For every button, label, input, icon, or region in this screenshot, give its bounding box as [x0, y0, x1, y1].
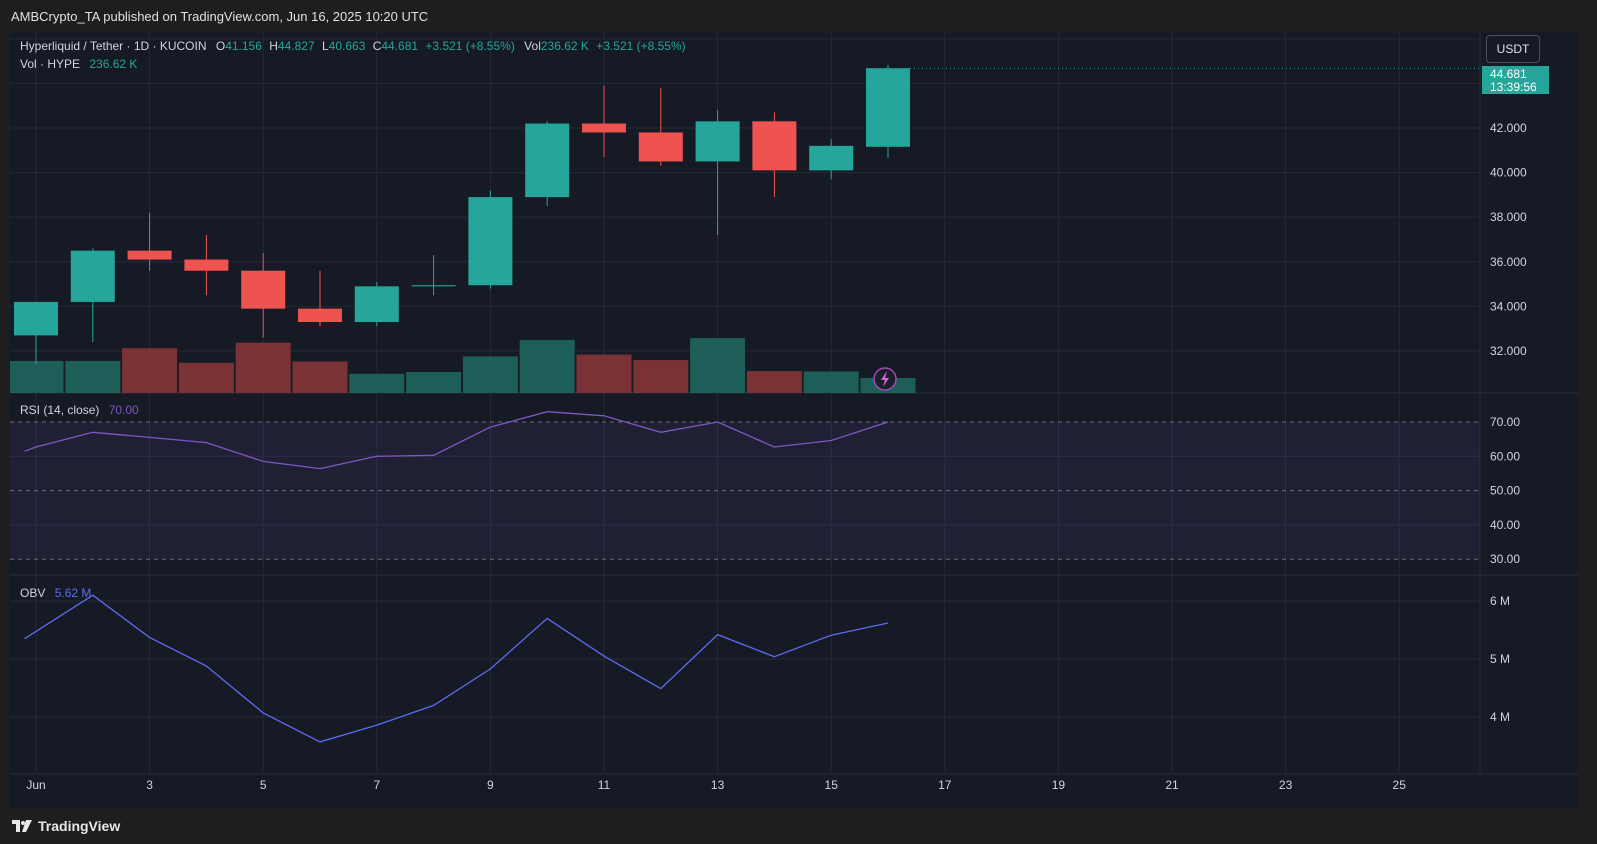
- obv-legend-value: 5.62 M: [54, 586, 92, 600]
- obv-legend: OBV 5.62 M: [20, 586, 91, 600]
- volume-bars: [8, 338, 916, 393]
- open-label: O: [215, 39, 226, 53]
- candle-body: [241, 270, 286, 309]
- volume-legend-label[interactable]: Vol · HYPE: [20, 57, 80, 71]
- bar-countdown: 13:39:56: [1490, 80, 1537, 94]
- last-price-badge: 44.681 13:39:56: [1482, 66, 1549, 94]
- x-tick-label: 15: [825, 778, 839, 792]
- x-tick-label: 13: [711, 778, 725, 792]
- candle-body: [695, 121, 740, 162]
- volume-bar: [292, 361, 348, 393]
- volume-bar: [178, 362, 234, 393]
- close-value: 44.681: [381, 39, 419, 53]
- price-tick-label: 38.000: [1490, 210, 1527, 224]
- currency-button[interactable]: USDT: [1486, 35, 1540, 63]
- low-label: L: [321, 39, 329, 53]
- candle-body: [809, 145, 854, 171]
- obv-line: [24, 594, 889, 743]
- candle-body: [354, 286, 399, 323]
- rsi-legend-label[interactable]: RSI (14, close): [20, 403, 99, 417]
- volume-bar: [349, 373, 405, 393]
- rsi-tick-label: 50.00: [1490, 484, 1520, 498]
- low-value: 40.663: [328, 39, 366, 53]
- candle-body: [184, 259, 229, 271]
- high-label: H: [269, 39, 278, 53]
- price-tick-label: 42.000: [1490, 121, 1527, 135]
- volume-bar: [690, 338, 746, 393]
- volume-legend-value: 236.62 K: [89, 57, 138, 71]
- vol-value: 236.62 K: [540, 39, 589, 53]
- x-tick-label: 5: [260, 778, 267, 792]
- obv-pane: [24, 594, 889, 743]
- price-tick-label: 32.000: [1490, 344, 1527, 358]
- candle-body: [70, 250, 115, 302]
- symbol-name[interactable]: Hyperliquid / Tether · 1D · KUCOIN: [20, 39, 207, 53]
- candle-body: [468, 197, 513, 286]
- volume-bar: [519, 339, 575, 393]
- volume-legend: Vol · HYPE 236.62 K: [20, 57, 137, 71]
- candle-body: [582, 123, 626, 133]
- vol-change-value: +3.521 (+8.55%): [596, 39, 686, 53]
- rsi-tick-label: 40.00: [1490, 518, 1520, 532]
- rsi-tick-label: 70.00: [1490, 415, 1520, 429]
- chart-frame[interactable]: Jun 3 5 7 9 11 13 15 17 19 21 23 25 32.000 34.000 36.00…: [8, 32, 1578, 808]
- footer: TradingView: [0, 808, 1597, 844]
- volume-bar: [122, 348, 178, 393]
- vol-label: Vol: [524, 39, 541, 53]
- volume-bar: [235, 342, 291, 393]
- volume-bar: [462, 356, 518, 393]
- price-tick-label: 36.000: [1490, 255, 1527, 269]
- lightning-icon[interactable]: [873, 367, 897, 391]
- x-tick-label: 21: [1165, 778, 1179, 792]
- candle-body: [866, 68, 910, 147]
- candle-body: [638, 132, 683, 162]
- candle-body: [127, 250, 172, 260]
- candle-body: [411, 285, 456, 287]
- volume-bar: [8, 360, 64, 393]
- tradingview-brand: TradingView: [38, 818, 121, 834]
- x-tick-label: Jun: [26, 778, 45, 792]
- price-tick-label: 40.000: [1490, 166, 1527, 180]
- x-tick-label: 25: [1393, 778, 1407, 792]
- volume-bar: [803, 371, 859, 393]
- rsi-band: [10, 422, 1480, 560]
- candle-body: [752, 121, 797, 171]
- candles: [14, 64, 1480, 365]
- rsi-legend: RSI (14, close) 70.00: [20, 403, 139, 417]
- x-tick-label: 19: [1052, 778, 1066, 792]
- volume-bar: [406, 371, 462, 393]
- candle-body: [298, 308, 342, 323]
- rsi-tick-label: 30.00: [1490, 552, 1520, 566]
- obv-tick-label: 6 M: [1490, 594, 1510, 608]
- open-value: 41.156: [225, 39, 262, 53]
- x-tick-label: 23: [1279, 778, 1293, 792]
- volume-bar: [746, 371, 802, 393]
- x-tick-label: 9: [487, 778, 494, 792]
- rsi-legend-value: 70.00: [108, 403, 139, 417]
- volume-bar: [633, 360, 689, 393]
- candle-body: [14, 301, 58, 336]
- candle-body: [525, 123, 570, 198]
- tradingview-logo-icon: [12, 820, 32, 832]
- tradingview-logo[interactable]: TradingView: [12, 818, 120, 834]
- rsi-band-fill: [10, 422, 1480, 560]
- price-tick-label: 34.000: [1490, 299, 1527, 313]
- x-tick-label: 17: [938, 778, 952, 792]
- obv-tick-label: 4 M: [1490, 710, 1510, 724]
- x-tick-label: 7: [373, 778, 380, 792]
- obv-tick-label: 5 M: [1490, 652, 1510, 666]
- publish-header: AMBCrypto_TA published on TradingView.co…: [0, 0, 1597, 32]
- x-tick-label: 11: [598, 778, 611, 792]
- chart-canvas[interactable]: Jun 3 5 7 9 11 13 15 17 19 21 23 25 32.000 34.000 36.00…: [8, 32, 1578, 808]
- rsi-tick-label: 60.00: [1490, 449, 1520, 463]
- high-value: 44.827: [277, 39, 315, 53]
- volume-bar: [65, 360, 121, 393]
- change-value: +3.521 (+8.55%): [425, 39, 515, 53]
- volume-bar: [576, 354, 632, 393]
- x-tick-label: 3: [146, 778, 153, 792]
- symbol-legend: Hyperliquid / Tether · 1D · KUCOIN O41.1…: [20, 39, 686, 53]
- obv-legend-label[interactable]: OBV: [20, 586, 45, 600]
- publish-info: AMBCrypto_TA published on TradingView.co…: [11, 9, 429, 24]
